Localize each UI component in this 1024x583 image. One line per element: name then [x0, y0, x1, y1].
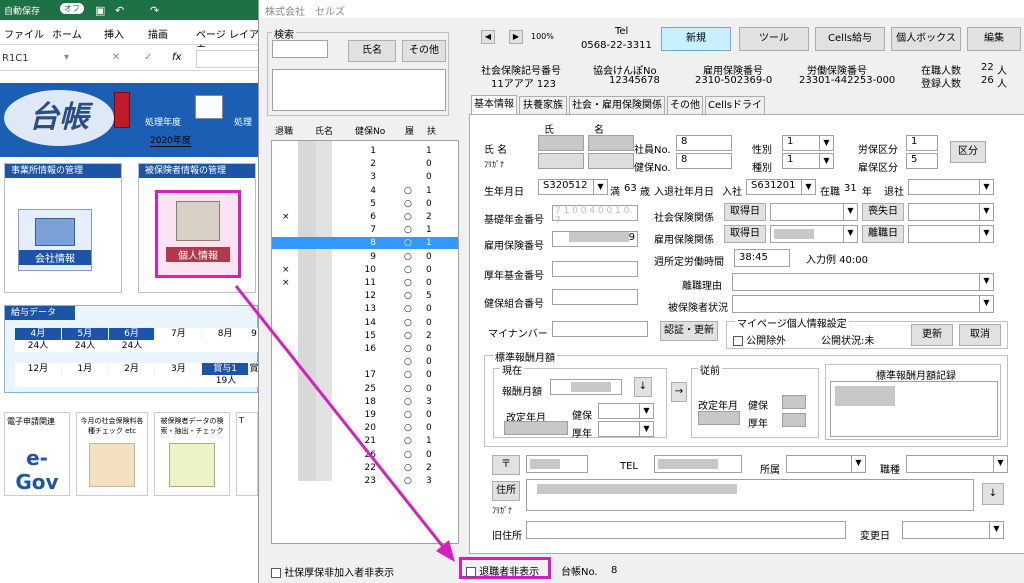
- annotation-arrow: [234, 285, 455, 562]
- arrow-line: [234, 285, 450, 554]
